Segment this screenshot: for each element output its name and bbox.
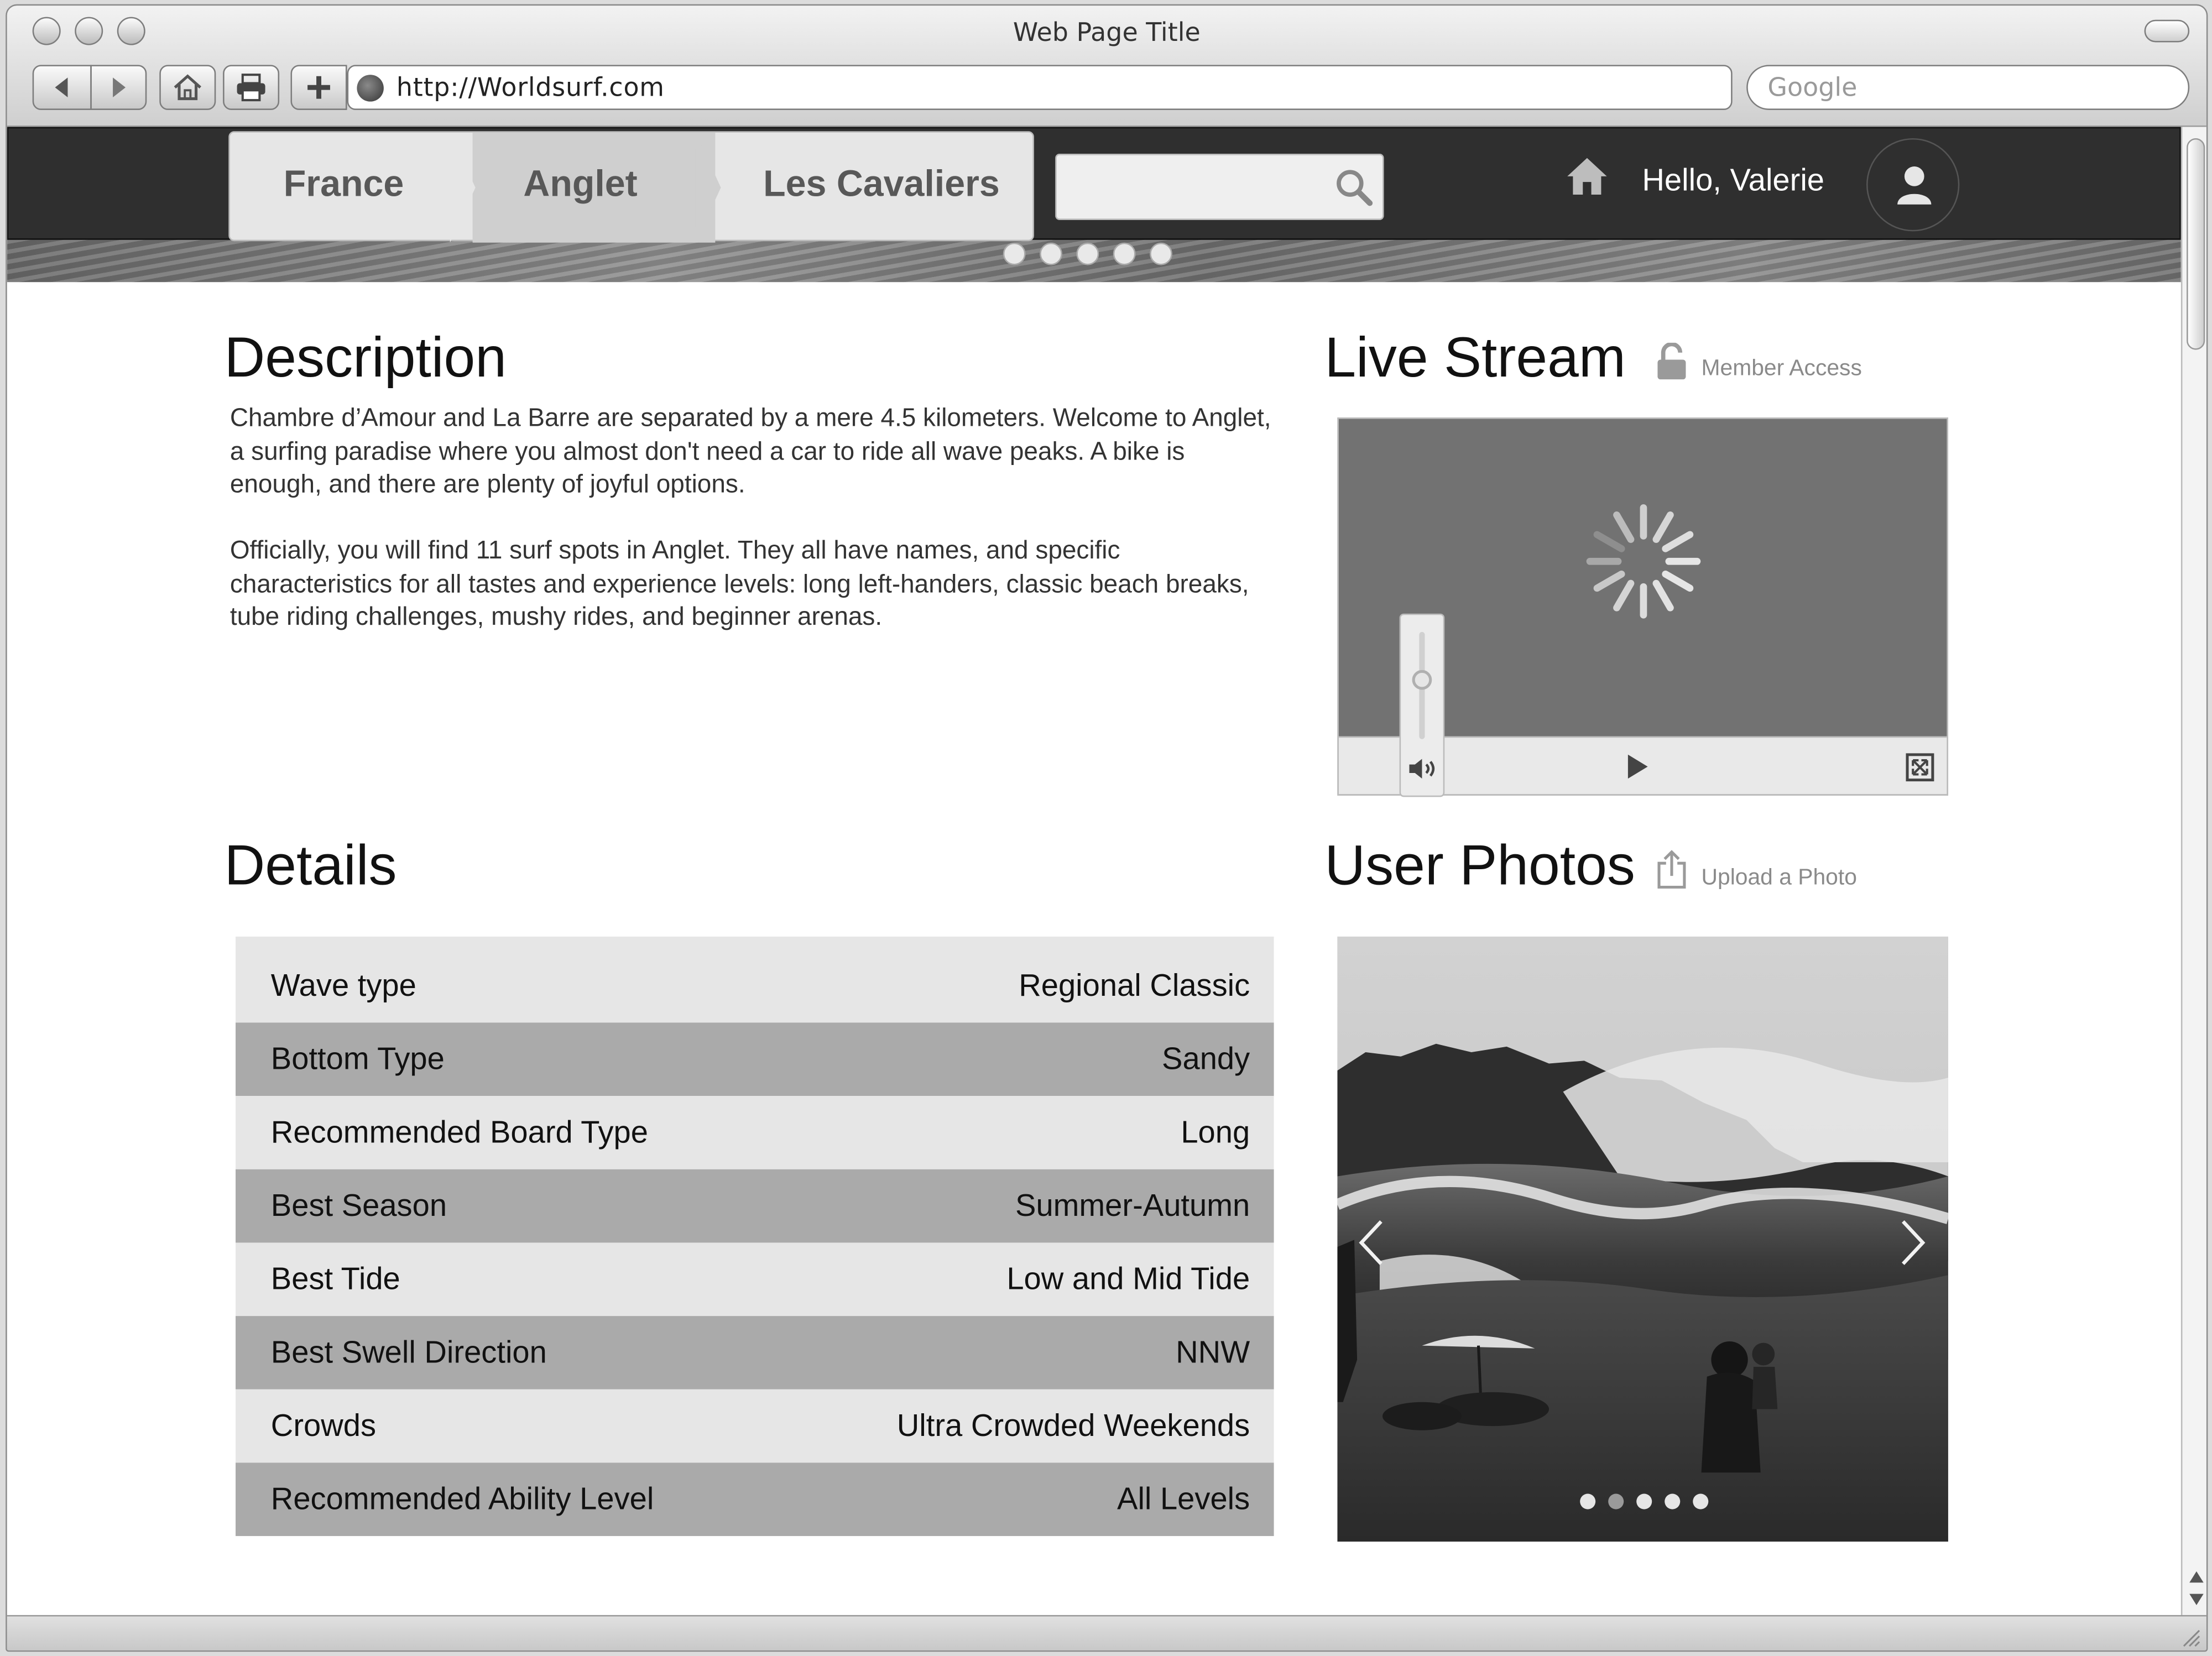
scroll-arrows-icon[interactable] xyxy=(2188,1566,2205,1611)
photo-dot[interactable] xyxy=(1665,1493,1681,1509)
details-row: Recommended Ability Level All Levels xyxy=(236,1462,1274,1537)
forward-button[interactable] xyxy=(90,65,147,110)
home-icon[interactable] xyxy=(1564,154,1610,199)
details-label: Wave type xyxy=(270,968,416,1003)
details-label: Best Swell Direction xyxy=(270,1334,547,1370)
details-label: Bottom Type xyxy=(270,1041,445,1077)
description-paragraph: Chambre d’Amour and La Barre are separat… xyxy=(229,403,1271,498)
details-row: Wave type Regional Classic xyxy=(236,936,1274,1023)
hero-dot[interactable] xyxy=(1113,242,1136,265)
description-heading: Description xyxy=(224,327,507,390)
live-stream-heading: Live Stream xyxy=(1324,327,1626,390)
globe-icon xyxy=(357,75,384,102)
details-row: Best Swell Direction NNW xyxy=(236,1316,1274,1389)
details-value: Ultra Crowded Weekends xyxy=(896,1407,1250,1443)
details-row: Best Season Summer-Autumn xyxy=(236,1169,1274,1243)
user-photo-carousel[interactable] xyxy=(1337,936,1948,1542)
vertical-scrollbar[interactable] xyxy=(2180,127,2206,1615)
printer-icon xyxy=(237,74,265,102)
details-value: Summer-Autumn xyxy=(1015,1187,1250,1223)
details-table: Wave type Regional Classic Bottom Type Sand… xyxy=(236,936,1274,1537)
member-access-link[interactable]: Member Access xyxy=(1702,357,1862,382)
page-viewport: France Anglet Les Cavaliers Hello, Valer… xyxy=(7,127,2181,1615)
site-header: France Anglet Les Cavaliers Hello, Valer… xyxy=(7,127,2181,243)
volume-icon[interactable] xyxy=(1408,758,1439,780)
details-value: Low and Mid Tide xyxy=(1006,1261,1250,1297)
details-value: All Levels xyxy=(1117,1481,1250,1517)
back-arrow-icon xyxy=(55,77,68,98)
browser-search-placeholder: Google xyxy=(1767,73,1858,103)
window-title: Web Page Title xyxy=(1013,18,1201,48)
volume-knob[interactable] xyxy=(1412,670,1432,690)
user-avatar-button[interactable] xyxy=(1866,138,1960,232)
browser-chrome: Web Page Title http://Worldsurf.com Goog… xyxy=(7,6,2206,127)
volume-slider[interactable] xyxy=(1399,613,1445,797)
url-text: http://Worldsurf.com xyxy=(396,73,665,103)
home-button[interactable] xyxy=(159,65,216,110)
details-row: Recommended Board Type Long xyxy=(236,1096,1274,1169)
home-outline-icon xyxy=(174,74,201,101)
hero-dot[interactable] xyxy=(1040,242,1062,265)
user-icon xyxy=(1897,166,1932,205)
previous-photo-icon[interactable] xyxy=(1357,1219,1385,1267)
photo-dot[interactable] xyxy=(1608,1493,1624,1509)
lock-icon xyxy=(1657,342,1686,380)
search-icon[interactable] xyxy=(1334,168,1374,207)
surf-beach-photo xyxy=(1337,936,1948,1542)
photo-carousel-dots[interactable] xyxy=(1580,1493,1709,1509)
address-bar[interactable]: http://Worldsurf.com xyxy=(347,65,1733,110)
browser-search-field[interactable]: Google xyxy=(1746,65,2190,110)
fullscreen-icon[interactable] xyxy=(1906,753,1934,782)
details-value: Regional Classic xyxy=(1019,968,1250,1003)
play-icon[interactable] xyxy=(1626,754,1649,779)
details-label: Recommended Ability Level xyxy=(270,1481,654,1517)
description-paragraph: Officially, you will find 11 surf spots … xyxy=(229,536,1249,631)
upload-photo-link[interactable]: Upload a Photo xyxy=(1702,866,1857,891)
site-search-input[interactable] xyxy=(1055,154,1384,220)
breadcrumb-item-spot[interactable]: Les Cavaliers xyxy=(763,133,1000,243)
photo-dot[interactable] xyxy=(1693,1493,1709,1509)
details-label: Crowds xyxy=(270,1407,377,1443)
toolbar-toggle-button[interactable] xyxy=(2144,19,2190,43)
details-heading: Details xyxy=(224,835,397,897)
breadcrumb-item-country[interactable]: France xyxy=(284,133,404,243)
plus-icon xyxy=(307,76,330,99)
details-row: Crowds Ultra Crowded Weekends xyxy=(236,1389,1274,1463)
back-button[interactable] xyxy=(32,65,92,110)
hero-carousel-dots[interactable] xyxy=(1003,242,1172,265)
details-value: Sandy xyxy=(1162,1041,1250,1077)
details-row: Bottom Type Sandy xyxy=(236,1022,1274,1096)
loading-spinner-icon xyxy=(1586,504,1701,619)
hero-dot[interactable] xyxy=(1150,242,1172,265)
upload-icon xyxy=(1657,850,1686,889)
status-bar xyxy=(7,1615,2206,1650)
photo-dot[interactable] xyxy=(1636,1493,1652,1509)
hero-dot[interactable] xyxy=(1076,242,1099,265)
print-button[interactable] xyxy=(223,65,280,110)
photo-dot[interactable] xyxy=(1580,1493,1596,1509)
hero-dot[interactable] xyxy=(1003,242,1026,265)
scroll-thumb[interactable] xyxy=(2187,138,2205,350)
live-stream-player[interactable] xyxy=(1337,417,1948,797)
next-photo-icon[interactable] xyxy=(1899,1219,1927,1267)
details-row: Best Tide Low and Mid Tide xyxy=(236,1242,1274,1317)
add-bookmark-button[interactable] xyxy=(290,65,347,110)
breadcrumb: France Anglet Les Cavaliers xyxy=(228,131,1034,243)
user-greeting: Hello, Valerie xyxy=(1642,162,1825,198)
browser-window: Web Page Title http://Worldsurf.com Goog… xyxy=(6,4,2208,1652)
details-label: Recommended Board Type xyxy=(270,1114,648,1150)
details-label: Best Season xyxy=(270,1187,447,1223)
details-value: Long xyxy=(1181,1114,1250,1150)
forward-arrow-icon xyxy=(113,77,126,98)
description-text: Chambre d’Amour and La Barre are separat… xyxy=(230,402,1281,634)
resize-grip-icon[interactable] xyxy=(2178,1625,2201,1648)
details-value: NNW xyxy=(1176,1334,1250,1370)
breadcrumb-item-town[interactable]: Anglet xyxy=(523,133,637,243)
user-photos-heading: User Photos xyxy=(1324,835,1635,897)
details-label: Best Tide xyxy=(270,1261,400,1297)
